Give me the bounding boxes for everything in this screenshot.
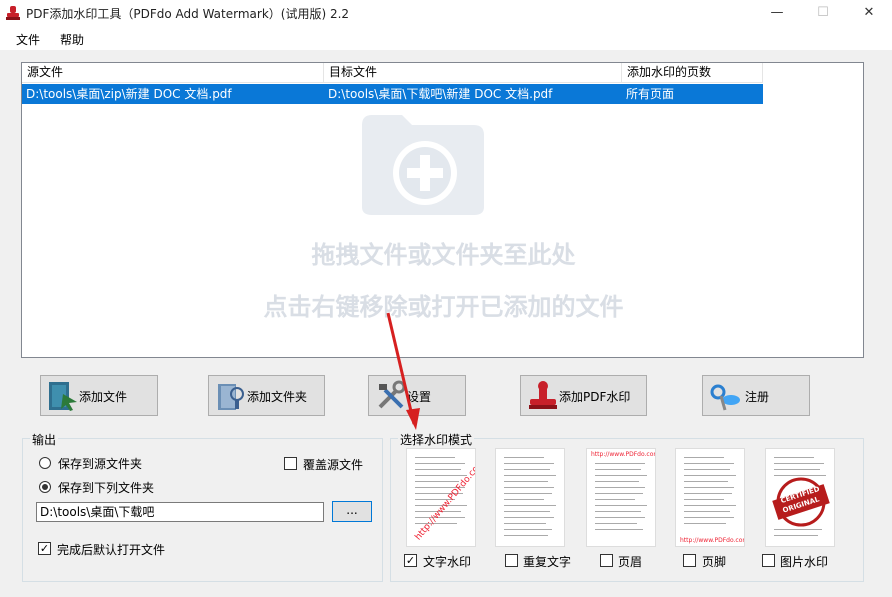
column-target[interactable]: 目标文件	[324, 63, 622, 82]
list-header: 源文件 目标文件 添加水印的页数	[22, 63, 763, 83]
mode-image-watermark-label[interactable]: 图片水印	[780, 553, 828, 570]
output-path-input[interactable]: D:\tools\桌面\下载吧	[36, 502, 324, 522]
settings-label: 设置	[407, 390, 432, 404]
stamp-app-icon	[6, 6, 20, 20]
mode-header-checkbox[interactable]	[600, 554, 613, 567]
mode-footer-checkbox[interactable]	[683, 554, 696, 567]
open-after-label[interactable]: 完成后默认打开文件	[57, 541, 165, 558]
add-file-icon	[49, 382, 77, 411]
thumb-image-watermark[interactable]: CERTIFIED ORIGINAL	[765, 448, 835, 547]
mode-header-label[interactable]: 页眉	[618, 553, 642, 570]
table-row[interactable]: D:\tools\桌面\zip\新建 DOC 文档.pdf D:\tools\桌…	[22, 84, 763, 104]
menu-file[interactable]: 文件	[16, 31, 40, 48]
output-title: 输出	[30, 431, 59, 448]
mode-text-watermark-label[interactable]: 文字水印	[423, 553, 471, 570]
save-to-source-label[interactable]: 保存到源文件夹	[58, 455, 142, 472]
add-watermark-button[interactable]: 添加PDF水印	[520, 375, 647, 416]
thumb-watermark-text: http://www.PDFdo.com	[413, 457, 476, 543]
row-target: D:\tools\桌面\下载吧\新建 DOC 文档.pdf	[328, 87, 553, 101]
thumb-header-text: http://www.PDFdo.com	[591, 451, 656, 458]
overwrite-checkbox[interactable]	[284, 457, 297, 470]
radio-save-to-folder[interactable]	[39, 481, 51, 493]
add-folder-icon	[218, 384, 244, 410]
mode-footer-label[interactable]: 页脚	[702, 553, 726, 570]
open-after-checkbox[interactable]: ✓	[38, 542, 51, 555]
add-folder-button[interactable]: 添加文件夹	[208, 375, 325, 416]
thumb-footer-text: http://www.PDFdo.com	[680, 537, 745, 544]
maximize-button[interactable]: ☐	[800, 0, 846, 26]
thumb-footer[interactable]: http://www.PDFdo.com	[675, 448, 745, 547]
browse-button[interactable]: ...	[332, 501, 372, 522]
file-list[interactable]: 源文件 目标文件 添加水印的页数 D:\tools\桌面\zip\新建 DOC …	[21, 62, 864, 358]
window-title: PDF添加水印工具（PDFdo Add Watermark）(试用版) 2.2	[26, 7, 350, 21]
row-pages: 所有页面	[626, 87, 675, 101]
register-button[interactable]: 注册	[702, 375, 810, 416]
key-icon	[710, 384, 740, 411]
overwrite-label[interactable]: 覆盖源文件	[303, 456, 363, 473]
drop-hint-line1: 拖拽文件或文件夹至此处	[311, 241, 576, 269]
add-watermark-label: 添加PDF水印	[559, 390, 631, 404]
minimize-button[interactable]: —	[754, 0, 800, 26]
menu-help[interactable]: 帮助	[60, 31, 84, 48]
title-bar: PDF添加水印工具（PDFdo Add Watermark）(试用版) 2.2 …	[0, 0, 892, 26]
thumb-repeat-text[interactable]	[495, 448, 565, 547]
add-folder-placeholder-icon	[362, 115, 484, 215]
thumb-text-watermark[interactable]: http://www.PDFdo.com	[406, 448, 476, 547]
tools-icon	[378, 380, 406, 409]
watermark-mode-title: 选择水印模式	[398, 431, 475, 448]
thumb-header[interactable]: http://www.PDFdo.com	[586, 448, 656, 547]
register-label: 注册	[745, 390, 770, 404]
add-file-button[interactable]: 添加文件	[40, 375, 158, 416]
settings-button[interactable]: 设置	[368, 375, 466, 416]
column-pages[interactable]: 添加水印的页数	[622, 63, 763, 82]
add-file-label: 添加文件	[79, 390, 128, 404]
drop-hint-line2: 点击右键移除或打开已添加的文件	[263, 293, 624, 321]
mode-text-watermark-checkbox[interactable]: ✓	[404, 554, 417, 567]
stamp-icon	[529, 381, 557, 409]
menu-bar: 文件 帮助	[0, 26, 892, 50]
mode-repeat-text-label[interactable]: 重复文字	[523, 553, 571, 570]
mode-image-watermark-checkbox[interactable]	[762, 554, 775, 567]
close-button[interactable]: ✕	[846, 0, 892, 26]
save-to-folder-label[interactable]: 保存到下列文件夹	[58, 479, 154, 496]
add-folder-label: 添加文件夹	[247, 390, 308, 404]
row-source: D:\tools\桌面\zip\新建 DOC 文档.pdf	[26, 87, 232, 101]
mode-repeat-text-checkbox[interactable]	[505, 554, 518, 567]
column-source[interactable]: 源文件	[22, 63, 324, 82]
radio-save-to-source[interactable]	[39, 457, 51, 469]
